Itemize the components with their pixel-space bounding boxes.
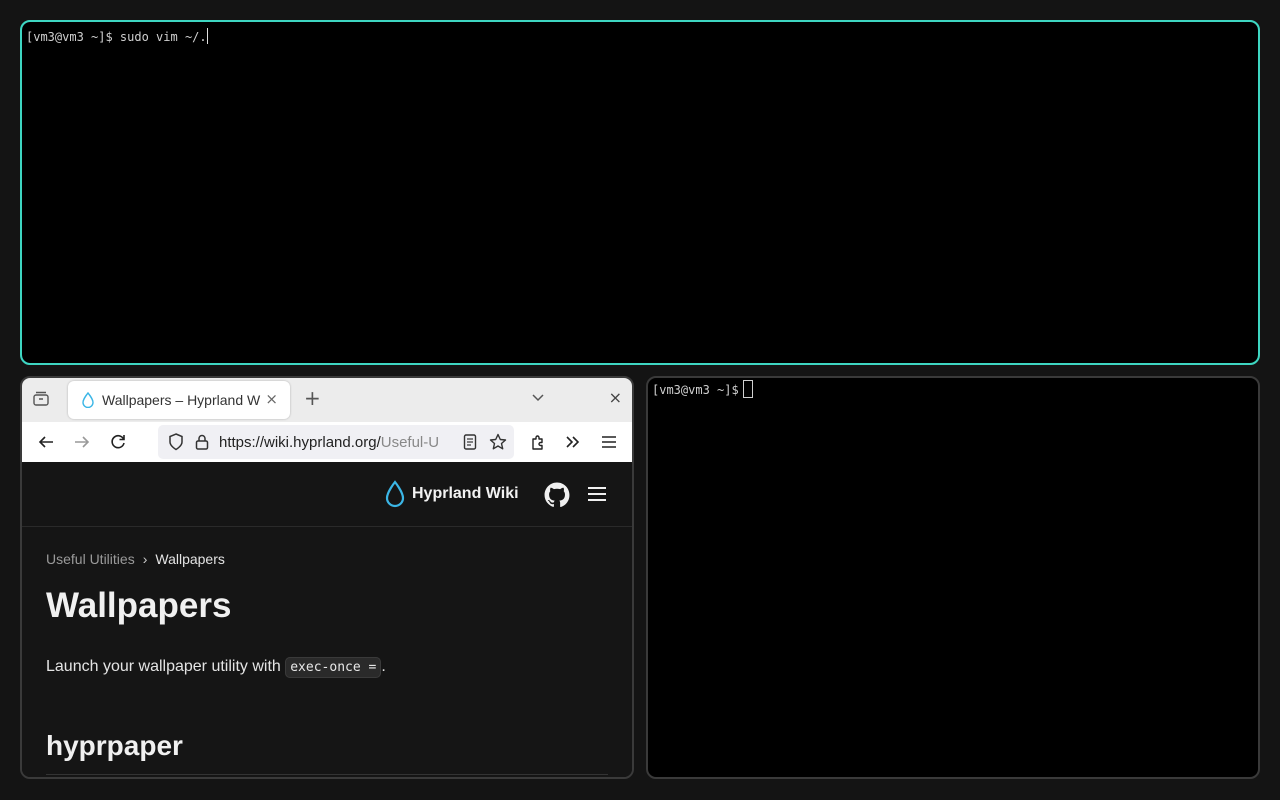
terminal-line: [vm3@vm3 ~]$ (652, 380, 753, 398)
paragraph-end: . (381, 658, 386, 675)
hamburger-menu-icon[interactable] (599, 432, 619, 452)
paragraph-text: Launch your wallpaper utility with (46, 658, 286, 675)
text-cursor (206, 28, 208, 44)
github-icon[interactable] (544, 482, 570, 508)
breadcrumb-parent[interactable]: Useful Utilities (46, 551, 135, 567)
extensions-icon[interactable] (528, 432, 548, 452)
url-text: https://wiki.hyprland.org/Useful-U (219, 434, 451, 451)
url-rest: Useful-U (380, 434, 440, 451)
overflow-chevrons-icon[interactable] (563, 432, 583, 452)
intro-paragraph: Launch your wallpaper utility with exec-… (46, 657, 386, 678)
breadcrumb: Useful Utilities › Wallpapers (46, 551, 225, 567)
lock-icon[interactable] (192, 432, 212, 452)
reload-icon[interactable] (108, 432, 128, 452)
site-title[interactable]: Hyprland Wiki (412, 485, 519, 503)
shield-icon[interactable] (166, 432, 186, 452)
forward-arrow-icon[interactable] (72, 432, 92, 452)
breadcrumb-current: Wallpapers (155, 551, 225, 567)
site-header: Hyprland Wiki (22, 462, 632, 527)
window-close-button[interactable]: × (609, 388, 622, 407)
breadcrumb-separator-icon: › (142, 551, 148, 567)
shell-prompt: [vm3@vm3 ~]$ (26, 30, 120, 44)
browser-window[interactable]: Wallpapers – Hyprland W × + × https://wi… (20, 376, 634, 779)
hyprland-logo-icon[interactable] (384, 480, 406, 508)
terminal-line: [vm3@vm3 ~]$ sudo vim ~/. (26, 28, 208, 44)
tab-bar: Wallpapers – Hyprland W × + × (22, 378, 632, 422)
shell-prompt: [vm3@vm3 ~]$ (652, 383, 739, 397)
terminal-window-right[interactable]: [vm3@vm3 ~]$ (646, 376, 1260, 779)
hyprland-favicon-icon (82, 392, 94, 408)
site-menu-icon[interactable] (586, 484, 608, 504)
chevron-down-icon[interactable] (530, 389, 546, 405)
tab-close-icon[interactable]: × (265, 390, 278, 408)
address-bar[interactable]: https://wiki.hyprland.org/Useful-U (158, 425, 514, 459)
heading-divider (46, 774, 608, 775)
tab-title: Wallpapers – Hyprland W (102, 392, 261, 408)
tab-wallpapers[interactable]: Wallpapers – Hyprland W × (68, 381, 290, 419)
inline-code: exec-once = (285, 657, 382, 678)
typed-command: sudo vim ~/. (119, 30, 207, 44)
url-main: https://wiki.hyprland.org/ (219, 434, 381, 451)
section-heading: hyprpaper (46, 730, 183, 761)
page-title: Wallpapers (46, 586, 232, 625)
block-cursor (742, 380, 753, 398)
navigation-toolbar: https://wiki.hyprland.org/Useful-U (22, 422, 632, 462)
new-tab-button[interactable]: + (304, 386, 321, 410)
bookmark-star-icon[interactable] (488, 432, 508, 452)
back-arrow-icon[interactable] (36, 432, 56, 452)
tab-list-icon[interactable] (32, 390, 50, 408)
terminal-window-top[interactable]: [vm3@vm3 ~]$ sudo vim ~/. (20, 20, 1260, 365)
reader-view-icon[interactable] (460, 432, 480, 452)
web-page: Hyprland Wiki Useful Utilities › Wallpaper… (22, 462, 632, 777)
